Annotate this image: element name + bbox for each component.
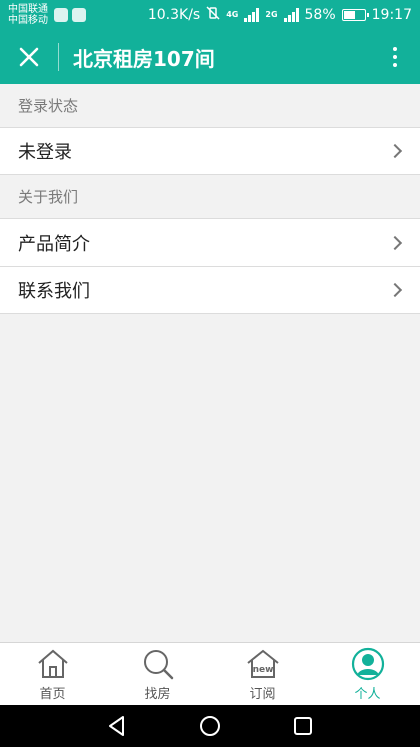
- bottom-nav: 首页 找房 new 订阅 个人: [0, 642, 420, 705]
- system-nav-bar: [0, 705, 420, 747]
- close-button[interactable]: [0, 30, 58, 84]
- contact-us-item[interactable]: 联系我们: [0, 266, 420, 314]
- chevron-right-icon: [387, 235, 403, 250]
- login-status-item[interactable]: 未登录: [0, 127, 420, 175]
- nav-home-label: 首页: [39, 686, 66, 702]
- home-circle-icon: [199, 716, 220, 736]
- carrier-1: 中国联通: [8, 4, 48, 15]
- product-intro-label: 产品简介: [18, 233, 90, 255]
- subscribe-new-icon: new: [245, 647, 281, 681]
- carrier-info: 中国联通 中国移动: [8, 4, 48, 26]
- back-triangle-icon: [108, 716, 124, 736]
- nav-search[interactable]: 找房: [105, 643, 210, 705]
- nav-profile[interactable]: 个人: [315, 643, 420, 705]
- chevron-right-icon: [387, 143, 403, 159]
- signal-icon-2: [283, 8, 299, 22]
- more-options-button[interactable]: [370, 30, 420, 84]
- page-title: 北京租房107间: [73, 46, 215, 71]
- login-status-label: 未登录: [18, 142, 72, 163]
- net-tag-4g: 4G: [226, 10, 239, 19]
- net-speed: 10.3K/s: [147, 7, 201, 23]
- app-bar: 北京租房107间: [0, 30, 420, 84]
- product-intro-item[interactable]: 产品简介: [0, 218, 420, 266]
- nav-subscribe[interactable]: new 订阅: [210, 643, 315, 705]
- status-bar: 中国联通 中国移动 10.3K/s 4G 2G 58% 19:17: [0, 0, 420, 30]
- clock: 19:17: [371, 7, 412, 23]
- battery-icon: [341, 9, 369, 21]
- contact-us-label: 联系我们: [18, 281, 90, 302]
- user-icon: [350, 647, 386, 681]
- notification-app-icon: [54, 8, 68, 22]
- nav-home[interactable]: 首页: [0, 643, 105, 705]
- chevron-right-icon: [387, 282, 403, 298]
- nav-subscribe-label: 订阅: [249, 686, 276, 702]
- section-header-login: 登录状态: [18, 97, 79, 115]
- search-icon: [140, 647, 176, 681]
- home-button[interactable]: [190, 706, 230, 746]
- settings-list: 登录状态 未登录 关于我们 产品简介 联系我们: [0, 84, 420, 314]
- recents-button[interactable]: [283, 706, 323, 746]
- nav-profile-label: 个人: [354, 686, 381, 702]
- more-vertical-icon: [393, 47, 397, 51]
- back-button[interactable]: [97, 706, 137, 746]
- home-icon: [35, 647, 71, 681]
- recents-square-icon: [294, 717, 313, 735]
- net-tag-2g: 2G: [265, 10, 278, 19]
- notification-icons: [54, 8, 86, 22]
- close-icon: [19, 47, 39, 67]
- battery-percent: 58%: [304, 7, 336, 23]
- vibrate-off-icon: [206, 6, 220, 24]
- title-divider: [58, 43, 59, 71]
- section-header-about: 关于我们: [18, 188, 79, 206]
- signal-icon: [244, 8, 260, 22]
- new-badge: new: [252, 665, 273, 675]
- nav-search-label: 找房: [144, 686, 171, 702]
- notification-image-icon: [72, 8, 86, 22]
- carrier-2: 中国移动: [8, 15, 48, 26]
